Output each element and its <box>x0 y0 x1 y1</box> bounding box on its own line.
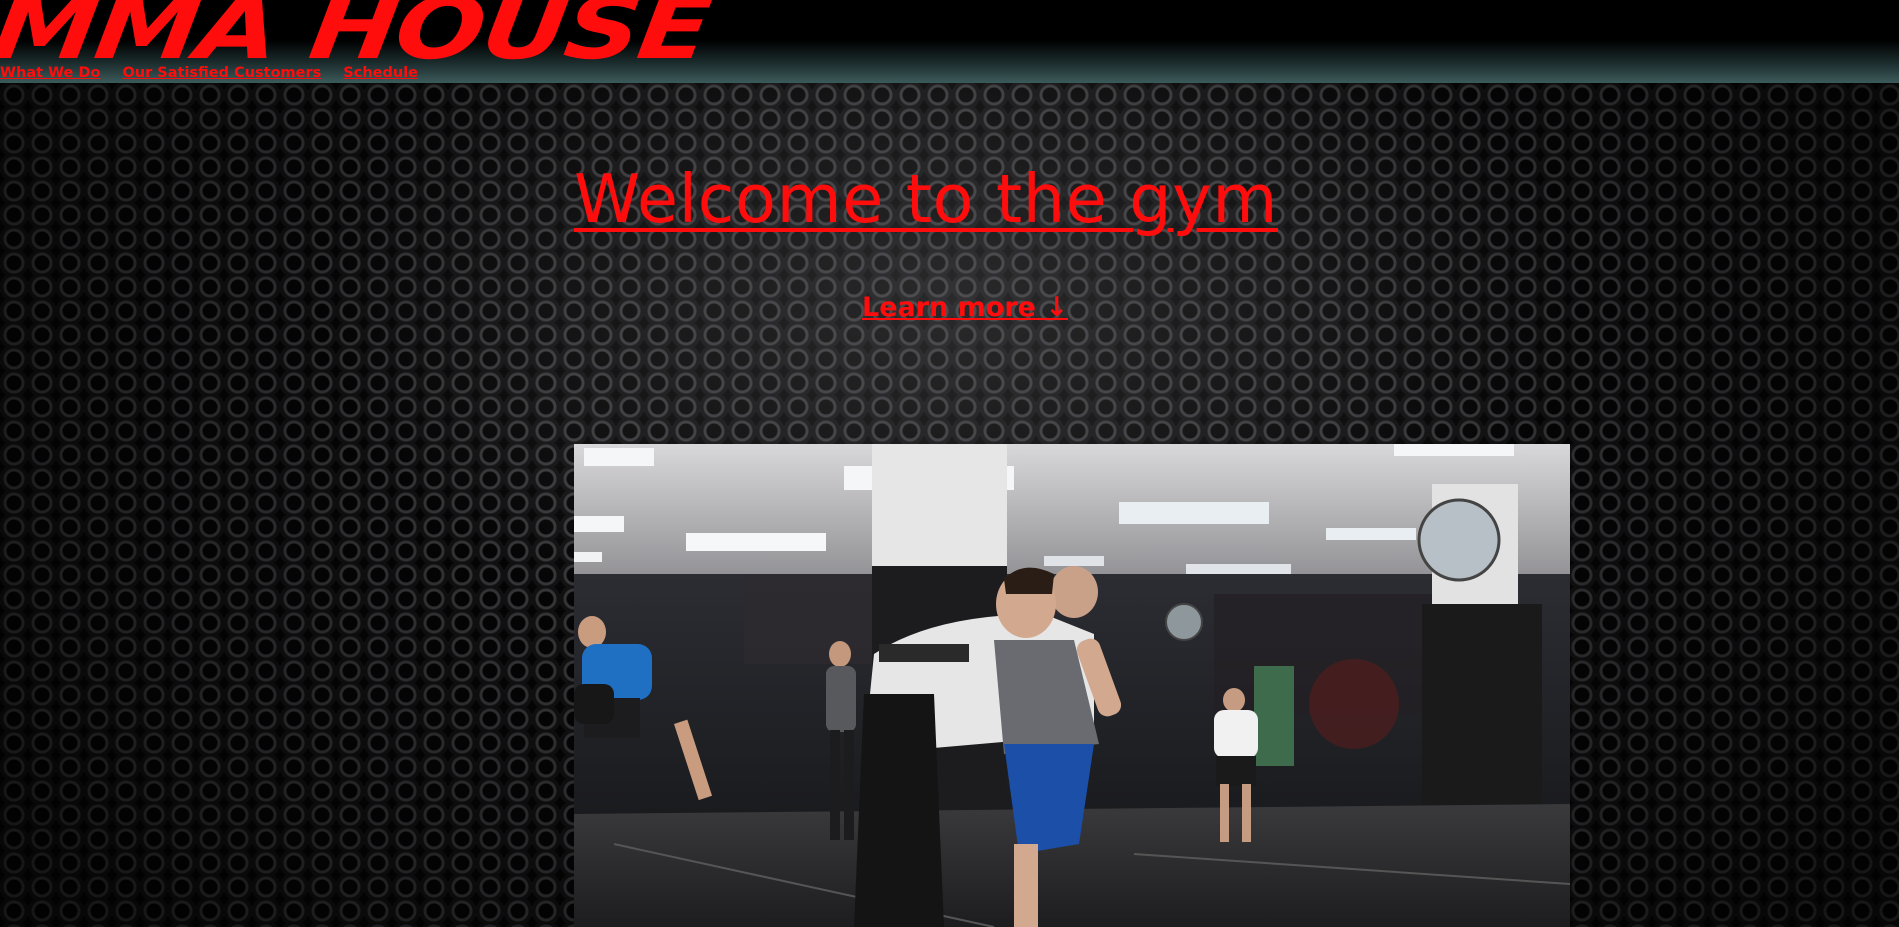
hero-title: Welcome to the gym <box>574 160 1279 238</box>
gym-photo <box>574 444 1570 927</box>
site-header: MMA HOUSE What We Do Our Satisfied Custo… <box>0 0 1899 83</box>
nav-link-what-we-do[interactable]: What We Do <box>0 64 100 82</box>
nav-link-satisfied-customers[interactable]: Our Satisfied Customers <box>122 64 321 82</box>
hero-section: Welcome to the gym Learn more ↓ <box>0 83 1899 927</box>
main-nav: What We Do Our Satisfied Customers Sched… <box>0 64 418 82</box>
nav-link-schedule[interactable]: Schedule <box>343 64 418 82</box>
logo[interactable]: MMA HOUSE <box>0 0 715 79</box>
learn-more-link[interactable]: Learn more ↓ <box>862 291 1068 325</box>
